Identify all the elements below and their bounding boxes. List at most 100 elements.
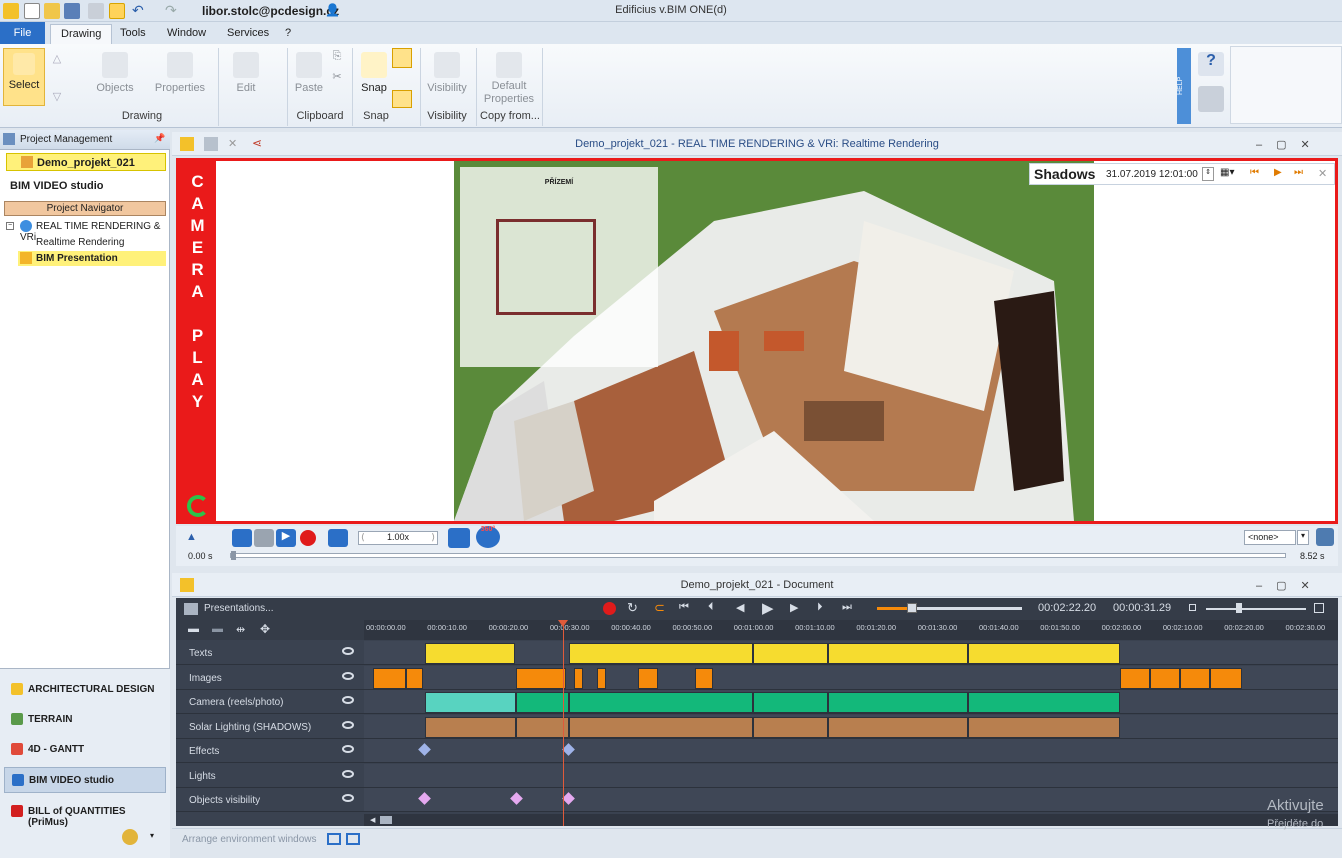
chevron-up-icon[interactable]: △ (52, 52, 62, 65)
timeline-clip[interactable] (968, 643, 1120, 664)
remove-track-icon[interactable]: ▬ (212, 623, 223, 635)
playback-slider-thumb[interactable] (231, 551, 236, 560)
skip-end-icon[interactable]: ⏭ (842, 601, 852, 614)
track-lane[interactable] (364, 665, 1338, 690)
horizontal-scrollbar[interactable]: ◀ (364, 814, 1338, 826)
zoom-in-icon[interactable] (1314, 603, 1324, 613)
loop-icon[interactable] (232, 529, 252, 547)
camera-icon[interactable] (328, 529, 348, 547)
floorplan-overlay[interactable]: PŘÍZEMÍ (460, 167, 658, 367)
timeline-clip[interactable] (569, 692, 753, 713)
track-label[interactable]: Images (176, 665, 364, 690)
objects-button[interactable]: Objects (90, 52, 140, 94)
track-lane[interactable] (364, 763, 1338, 788)
keyframe-marker[interactable] (418, 743, 431, 756)
pin-icon[interactable]: 📌 (154, 133, 165, 144)
tab-drawing[interactable]: Drawing (50, 24, 113, 44)
loop-icon[interactable]: ↻ (627, 600, 638, 616)
presentations-menu[interactable]: Presentations... (204, 603, 273, 614)
paste-button[interactable]: Paste (293, 52, 325, 94)
3d-scene[interactable]: PŘÍZEMÍ (454, 161, 1094, 521)
next-frame-icon[interactable]: ⏵ (817, 601, 823, 614)
properties-button[interactable]: Properties (152, 52, 208, 94)
timeline-clip[interactable] (753, 643, 828, 664)
collapse-up-icon[interactable]: ▲ (186, 531, 197, 543)
camera-play-strip[interactable]: CAMERA PLAY (179, 161, 216, 521)
module-architectural-design[interactable]: ARCHITECTURAL DESIGN (4, 677, 166, 703)
tab-services[interactable]: Services (217, 24, 279, 44)
calendar-icon[interactable]: ▦▾ (1220, 167, 1234, 178)
tab-file[interactable]: File (0, 22, 45, 44)
window-controls[interactable]: –▢✕ (1256, 138, 1324, 151)
module-terrain[interactable]: TERRAIN (4, 707, 166, 733)
move-icon[interactable]: ✥ (260, 622, 270, 636)
speed-control[interactable]: ⟨ 1.00x ⟩ (358, 531, 438, 545)
timeline-clip[interactable] (425, 643, 515, 664)
timeline-clip[interactable] (516, 692, 569, 713)
datetime-spinner[interactable]: ⇕ (1202, 167, 1214, 181)
tab-window[interactable]: Window (157, 24, 216, 44)
step-back-icon[interactable]: ◀ (736, 601, 744, 614)
timeline-clip[interactable] (828, 716, 968, 738)
edit-button[interactable]: Edit (226, 52, 266, 94)
track-lane[interactable] (364, 739, 1338, 763)
select-button[interactable]: Select (3, 48, 45, 106)
stop-icon[interactable] (254, 529, 274, 547)
skip-start-icon[interactable]: ⏮ (1250, 167, 1259, 178)
track-label[interactable]: Lights (176, 763, 364, 788)
visibility-button[interactable]: Visibility (426, 52, 468, 94)
add-track-icon[interactable]: ▬ (188, 623, 199, 635)
module-bim-video-studio[interactable]: BIM VIDEO studio (4, 767, 166, 793)
play-icon[interactable]: ▶ (276, 529, 296, 547)
zoom-out-icon[interactable] (1189, 604, 1196, 611)
timeline-clip[interactable] (828, 643, 968, 664)
chevron-down-icon[interactable]: ▽ (52, 90, 62, 103)
timeline-clip[interactable] (638, 667, 658, 689)
magnet-icon[interactable]: ⊂ (654, 600, 665, 616)
keyframe-marker[interactable] (510, 792, 523, 805)
snap-endpoint-icon[interactable] (392, 48, 412, 68)
track-lane[interactable] (364, 690, 1338, 714)
close-icon[interactable]: ✕ (1318, 167, 1327, 180)
tile-vertical-icon[interactable] (346, 833, 360, 845)
track-label[interactable]: Effects (176, 739, 364, 763)
zoom-slider[interactable] (877, 603, 1022, 613)
copy-icon[interactable]: ⎘ (330, 50, 344, 63)
project-navigator-button[interactable]: Project Navigator (4, 201, 166, 216)
timeline-clip[interactable] (569, 716, 753, 738)
tab-help[interactable]: ? (275, 24, 301, 44)
eye-icon[interactable] (342, 769, 354, 778)
timeline-clip[interactable] (574, 667, 583, 689)
skip-start-icon[interactable]: ⏮ (679, 601, 689, 614)
timeline-clip[interactable] (968, 716, 1120, 738)
timeline-clip[interactable] (569, 643, 753, 664)
keyframe-marker[interactable] (418, 792, 431, 805)
snap-grid-icon[interactable] (392, 90, 412, 108)
help-manual-icon[interactable] (1198, 86, 1224, 112)
scroll-left-icon[interactable]: ◀ (370, 816, 375, 824)
eye-icon[interactable] (342, 720, 354, 729)
eye-icon[interactable] (342, 647, 354, 655)
timeline-clip[interactable] (695, 667, 713, 689)
keyframe-marker[interactable] (562, 792, 575, 805)
snapshot-icon[interactable] (448, 528, 470, 548)
settings-icon[interactable] (1316, 528, 1334, 546)
snap-button[interactable]: Snap (358, 52, 390, 94)
time-ruler[interactable]: 00:00:00.00 00:00:10.00 00:00:20.00 00:00:3… (364, 620, 1338, 640)
view-select[interactable]: <none> (1244, 530, 1296, 545)
refresh-icon[interactable] (187, 495, 209, 517)
prev-frame-icon[interactable]: ⏴ (708, 601, 714, 614)
module-bill-of-quantities[interactable]: BILL of QUANTITIES (PriMus) (4, 799, 166, 828)
timeline-clip[interactable] (373, 667, 406, 689)
configure-modules-icon[interactable] (122, 829, 138, 845)
timeline-clip[interactable] (1180, 667, 1210, 689)
tile-horizontal-icon[interactable] (327, 833, 341, 845)
playhead-marker[interactable] (558, 620, 568, 627)
timeline-clip[interactable] (516, 667, 566, 689)
playback-slider[interactable] (230, 551, 1286, 560)
play-icon[interactable]: ▶ (762, 599, 774, 617)
play-icon[interactable]: ▶ (1274, 167, 1282, 178)
track-label[interactable]: Camera (reels/photo) (176, 690, 364, 714)
timeline-clip[interactable] (828, 692, 968, 713)
track-label[interactable]: Solar Lighting (SHADOWS) (176, 714, 364, 739)
